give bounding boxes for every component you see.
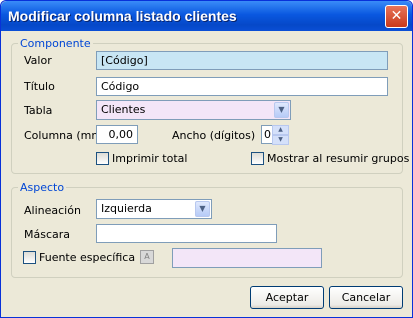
title-bar[interactable]: Modificar columna listado clientes ✕: [1, 1, 412, 31]
dialog-window: Modificar columna listado clientes ✕ Com…: [0, 0, 413, 318]
mascara-field[interactable]: [96, 224, 277, 243]
mascara-label: Máscara: [24, 228, 71, 241]
tabla-select[interactable]: Clientes ▼: [96, 100, 291, 120]
ancho-spinner[interactable]: ▲ ▼: [272, 125, 289, 145]
mostrar-resumir-label: Mostrar al resumir grupos: [267, 152, 410, 165]
spin-down-icon[interactable]: ▼: [272, 135, 289, 145]
aspecto-legend: Aspecto: [20, 181, 65, 194]
mostrar-resumir-checkbox[interactable]: [251, 152, 264, 165]
titulo-field[interactable]: Código: [96, 77, 388, 96]
fuente-especifica-label: Fuente específica: [39, 251, 136, 264]
ancho-label: Ancho (dígitos): [172, 129, 256, 142]
imprimir-total-checkbox[interactable]: [96, 152, 109, 165]
valor-field[interactable]: [Código]: [96, 51, 388, 70]
tabla-value: Clientes: [101, 103, 146, 116]
tabla-label: Tabla: [24, 104, 53, 117]
dialog-body: Componente Valor [Código] Título Código …: [4, 31, 409, 314]
alineacion-select[interactable]: Izquierda ▼: [96, 199, 212, 219]
alineacion-value: Izquierda: [101, 202, 152, 215]
fuente-especifica-checkbox[interactable]: [23, 251, 36, 264]
cancel-button[interactable]: Cancelar: [329, 286, 403, 309]
close-icon: ✕: [390, 8, 403, 24]
chevron-down-icon[interactable]: ▼: [274, 102, 289, 118]
imprimir-total-label: Imprimir total: [112, 152, 188, 165]
accept-button[interactable]: Aceptar: [250, 286, 324, 309]
columna-field[interactable]: 0,00: [96, 125, 138, 144]
spin-up-icon[interactable]: ▲: [272, 125, 289, 135]
window-title: Modificar columna listado clientes: [8, 8, 237, 24]
close-button[interactable]: ✕: [385, 5, 408, 28]
componente-legend: Componente: [20, 37, 91, 50]
fuente-preview: [172, 248, 322, 268]
valor-label: Valor: [24, 54, 52, 67]
columna-label: Columna (mm): [24, 129, 107, 142]
alineacion-label: Alineación: [24, 204, 81, 217]
font-icon[interactable]: A: [140, 250, 154, 264]
titulo-label: Título: [24, 80, 55, 93]
chevron-down-icon[interactable]: ▼: [195, 201, 210, 217]
